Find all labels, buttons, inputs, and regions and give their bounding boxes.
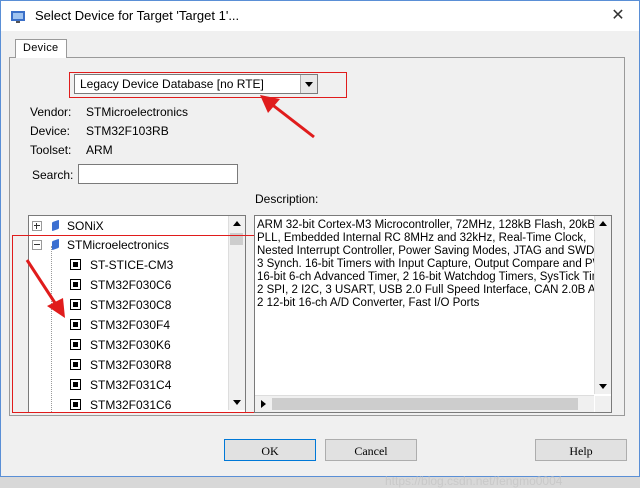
description-hscrollbar[interactable] [255, 395, 594, 412]
chip-icon [70, 399, 81, 410]
chip-icon [70, 339, 81, 350]
tree-device-item[interactable]: STM32F031C4 [29, 375, 229, 395]
device-database-select[interactable]: Legacy Device Database [no RTE] [74, 74, 318, 94]
scroll-down-icon[interactable] [229, 394, 245, 410]
tab-device[interactable]: Device [15, 39, 67, 58]
tree-vendor-label: STMicroelectronics [67, 238, 170, 252]
tree-device-label: STM32F031C4 [90, 378, 172, 392]
window-title: Select Device for Target 'Target 1'... [35, 8, 240, 23]
tree-device-label: STM32F030F4 [90, 318, 171, 332]
scroll-thumb[interactable] [272, 398, 578, 410]
description-line: PLL, Embedded Internal RC 8MHz and 32kHz… [257, 232, 587, 244]
chip-icon [70, 359, 81, 370]
description-line: 16-bit 6-ch Advanced Timer, 2 16-bit Wat… [257, 271, 612, 283]
search-input[interactable] [78, 164, 238, 184]
tree-device-label: STM32F031C6 [90, 398, 172, 412]
search-label: Search: [32, 168, 74, 182]
tree-vendor-label: SONiX [67, 219, 104, 233]
annotation-arrow-icon [260, 95, 315, 139]
description-vscrollbar[interactable] [594, 216, 611, 394]
description-line: 3 Synch. 16-bit Timers with Input Captur… [257, 258, 612, 270]
toolset-value: ARM [86, 143, 113, 157]
chip-icon [70, 299, 81, 310]
description-line: 2 12-bit 16-ch A/D Converter, Fast I/O P… [257, 297, 480, 309]
scrollbar-corner [595, 396, 611, 412]
select-device-dialog: Select Device for Target 'Target 1'... ✕… [0, 0, 640, 488]
cancel-button[interactable]: Cancel [325, 439, 417, 461]
vendor-folder-icon [52, 238, 59, 251]
description-box: ARM 32-bit Cortex-M3 Microcontroller, 72… [254, 215, 612, 413]
description-line: Nested Interrupt Controller, Power Savin… [257, 245, 598, 257]
dropdown-arrow-icon[interactable] [300, 75, 317, 93]
tree-device-label: STM32F030C6 [90, 278, 172, 292]
vendor-value: STMicroelectronics [86, 105, 189, 119]
chip-icon [70, 259, 81, 270]
dialog-client: Device Legacy Device Database [no RTE] V… [1, 31, 639, 488]
expand-plus-icon[interactable] [32, 221, 42, 231]
tab-device-label: Device [23, 42, 59, 54]
description-line: 2 SPI, 2 I2C, 3 USART, USB 2.0 Full Spee… [257, 284, 612, 296]
chip-icon [70, 379, 81, 390]
device-database-selected: Legacy Device Database [no RTE] [80, 77, 264, 91]
title-bar[interactable]: Select Device for Target 'Target 1'... ✕ [1, 1, 639, 31]
tree-device-item[interactable]: STM32F030R8 [29, 355, 229, 375]
collapse-minus-icon[interactable] [32, 240, 42, 250]
tree-vendor-sonix[interactable]: SONiX [29, 216, 229, 236]
ok-button[interactable]: OK [224, 439, 316, 461]
close-button[interactable]: ✕ [605, 5, 631, 27]
annotation-arrow-icon [25, 259, 65, 318]
tree-device-label: STM32F030K6 [90, 338, 171, 352]
keil-app-icon [11, 11, 25, 23]
tree-device-item[interactable]: STM32F030K6 [29, 335, 229, 355]
device-value: STM32F103RB [86, 124, 169, 138]
vendor-label: Vendor: [30, 105, 72, 119]
device-label: Device: [30, 124, 71, 138]
tree-device-label: STM32F030R8 [90, 358, 172, 372]
description-label: Description: [255, 192, 319, 206]
tree-scrollbar[interactable] [228, 216, 245, 410]
scroll-down-icon[interactable] [595, 378, 611, 394]
chip-icon [70, 279, 81, 290]
scroll-right-icon[interactable] [255, 396, 271, 412]
chip-icon [70, 319, 81, 330]
scroll-thumb[interactable] [230, 233, 243, 245]
tree-device-label: ST-STICE-CM3 [90, 258, 174, 272]
watermark: https://blog.csdn.net/fengmo0004 [385, 474, 563, 488]
toolset-label: Toolset: [30, 143, 72, 157]
scroll-up-icon[interactable] [595, 216, 611, 232]
tree-device-item[interactable]: STM32F031C6 [29, 395, 229, 412]
vendor-folder-icon [52, 219, 59, 232]
description-line: ARM 32-bit Cortex-M3 Microcontroller, 72… [257, 219, 612, 231]
scroll-up-icon[interactable] [229, 216, 245, 232]
tree-vendor-stmicro[interactable]: STMicroelectronics [29, 235, 229, 255]
tree-device-label: STM32F030C8 [90, 298, 172, 312]
help-button[interactable]: Help [535, 439, 627, 461]
